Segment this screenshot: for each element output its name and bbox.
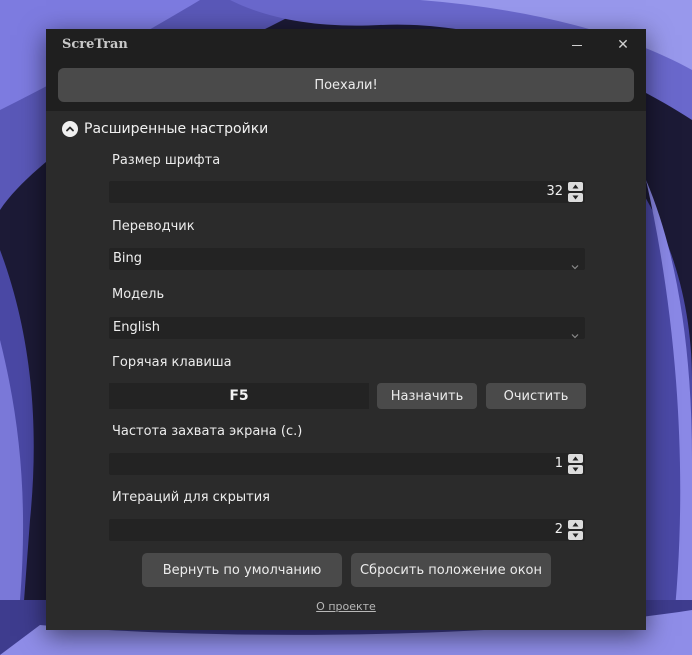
go-area: Поехали! bbox=[46, 61, 646, 111]
hotkey-field[interactable]: F5 bbox=[109, 383, 369, 409]
go-button[interactable]: Поехали! bbox=[58, 68, 634, 102]
translator-select[interactable]: Bing bbox=[109, 248, 585, 270]
minimize-icon bbox=[572, 44, 582, 46]
model-value: English bbox=[113, 320, 160, 335]
font-size-label: Размер шрифта bbox=[112, 153, 221, 168]
close-button[interactable]: ✕ bbox=[600, 29, 646, 61]
spin-down-icon[interactable] bbox=[568, 193, 583, 202]
spin-down-icon[interactable] bbox=[568, 531, 583, 540]
clear-hotkey-button[interactable]: Очистить bbox=[486, 383, 586, 409]
capture-rate-spinbox[interactable]: 1 bbox=[109, 453, 585, 475]
title-bar: ScreTran ✕ bbox=[46, 29, 646, 61]
minimize-button[interactable] bbox=[554, 29, 600, 61]
model-select[interactable]: English bbox=[109, 317, 585, 339]
assign-hotkey-button[interactable]: Назначить bbox=[377, 383, 477, 409]
chevron-down-icon bbox=[571, 324, 579, 343]
model-label: Модель bbox=[112, 287, 165, 302]
hide-iterations-spinbox[interactable]: 2 bbox=[109, 519, 585, 541]
font-size-spinbox[interactable]: 32 bbox=[109, 181, 585, 203]
spin-up-icon[interactable] bbox=[568, 454, 583, 463]
spin-down-icon[interactable] bbox=[568, 465, 583, 474]
app-title: ScreTran bbox=[62, 37, 128, 52]
hotkey-label: Горячая клавиша bbox=[112, 355, 232, 370]
advanced-settings-toggle[interactable]: Расширенные настройки bbox=[62, 119, 268, 139]
about-link[interactable]: О проекте bbox=[46, 600, 646, 613]
close-icon: ✕ bbox=[617, 37, 629, 53]
font-size-value: 32 bbox=[546, 184, 563, 199]
translator-label: Переводчик bbox=[112, 219, 195, 234]
spin-up-icon[interactable] bbox=[568, 520, 583, 529]
advanced-settings-title: Расширенные настройки bbox=[84, 121, 269, 137]
reset-defaults-button[interactable]: Вернуть по умолчанию bbox=[142, 553, 342, 587]
translator-value: Bing bbox=[113, 251, 143, 266]
chevron-down-icon bbox=[571, 255, 579, 274]
app-window: ScreTran ✕ Поехали! Расширенные настройк… bbox=[46, 29, 646, 630]
hide-iterations-value: 2 bbox=[554, 522, 563, 537]
capture-rate-value: 1 bbox=[554, 456, 563, 471]
capture-rate-label: Частота захвата экрана (с.) bbox=[112, 424, 303, 439]
hide-iterations-label: Итераций для скрытия bbox=[112, 490, 270, 505]
reset-window-positions-button[interactable]: Сбросить положение окон bbox=[351, 553, 551, 587]
chevron-up-circle-icon bbox=[62, 121, 78, 137]
spin-up-icon[interactable] bbox=[568, 182, 583, 191]
